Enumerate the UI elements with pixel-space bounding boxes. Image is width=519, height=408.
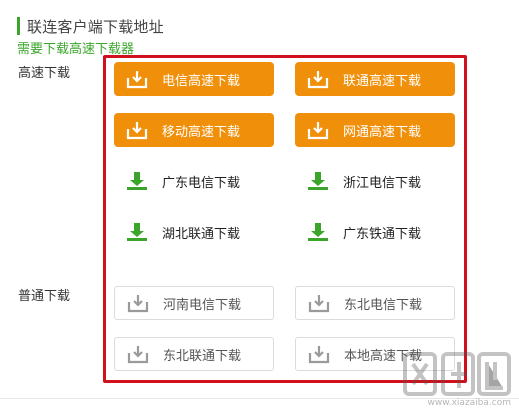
normal-download-label: 普通下载 <box>18 289 71 304</box>
watermark-url: www.xiazaiba.com <box>427 398 511 408</box>
highlight-annotation-box <box>103 55 467 383</box>
page-title: 联连客户端下载地址 <box>27 17 164 36</box>
section-header: 联连客户端下载地址 <box>17 16 164 36</box>
fast-download-label: 高速下载 <box>18 66 71 81</box>
header-accent-bar <box>17 17 20 35</box>
